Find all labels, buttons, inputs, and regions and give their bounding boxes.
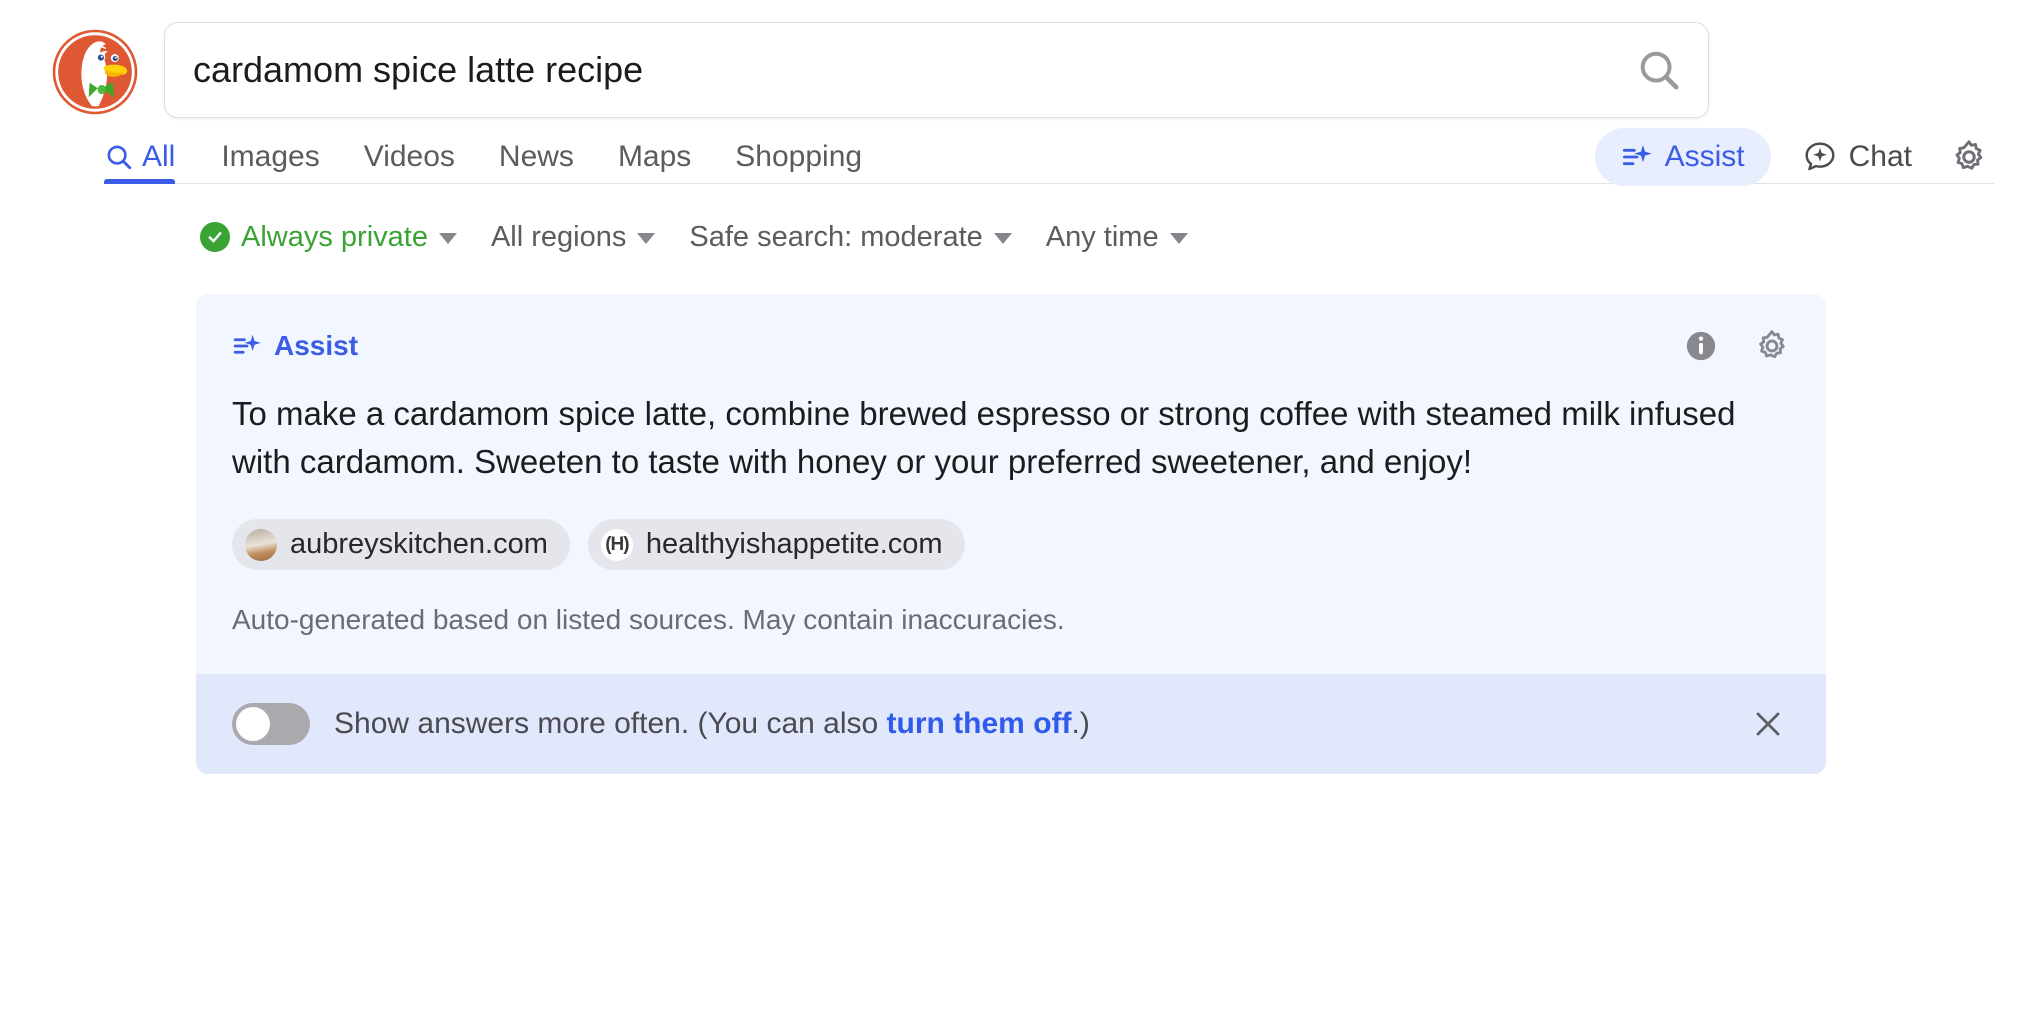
- assist-source-chips: aubreyskitchen.com (H) healthyishappetit…: [232, 519, 1790, 571]
- chat-bubble-sparkle-icon: [1805, 141, 1835, 170]
- filter-region-label: All regions: [490, 220, 627, 253]
- tab-videos-label: Videos: [363, 139, 455, 173]
- favicon-icon: (H): [600, 528, 633, 561]
- tab-news[interactable]: News: [477, 130, 596, 183]
- search-box[interactable]: [164, 22, 1709, 118]
- footer-text-after: .): [1071, 707, 1090, 741]
- tab-shopping-label: Shopping: [735, 139, 863, 173]
- assist-button[interactable]: Assist: [1594, 127, 1771, 186]
- ddg-logo-link[interactable]: [0, 22, 140, 118]
- assist-sparkle-icon: [233, 334, 261, 354]
- tab-news-label: News: [498, 139, 574, 173]
- chat-button[interactable]: Chat: [1797, 132, 1918, 182]
- assist-panel-footer: Show answers more often. (You can also t…: [196, 674, 1826, 775]
- turn-them-off-link[interactable]: turn them off: [887, 707, 1072, 740]
- chevron-down-icon: [438, 233, 457, 244]
- filter-time-label: Any time: [1045, 220, 1159, 253]
- nav-tabs-bar: All Images Videos News Maps Shopping Ass…: [104, 118, 1994, 186]
- filter-time[interactable]: Any time: [1046, 221, 1188, 254]
- assist-settings-button[interactable]: [1754, 328, 1790, 364]
- filter-safe-search[interactable]: Safe search: moderate: [689, 220, 1012, 254]
- filter-region[interactable]: All regions: [490, 220, 656, 254]
- nav-actions: Assist Chat: [1594, 127, 1994, 186]
- info-button[interactable]: [1684, 329, 1718, 363]
- tab-maps[interactable]: Maps: [596, 130, 713, 183]
- tab-maps-label: Maps: [617, 139, 692, 173]
- close-icon: [1756, 712, 1780, 736]
- source-chip-label: aubreyskitchen.com: [290, 528, 548, 561]
- close-button[interactable]: [1746, 702, 1790, 746]
- assist-panel-title: Assist: [274, 330, 359, 361]
- tab-images-label: Images: [221, 139, 320, 173]
- tab-shopping[interactable]: Shopping: [713, 130, 884, 183]
- tab-images[interactable]: Images: [199, 130, 341, 183]
- gear-icon: [1759, 330, 1785, 359]
- tab-videos[interactable]: Videos: [342, 130, 477, 183]
- show-answers-toggle[interactable]: [232, 703, 310, 746]
- filter-safe-search-label: Safe search: moderate: [689, 220, 983, 253]
- chevron-down-icon: [1169, 233, 1188, 244]
- assist-panel-header: Assist: [232, 328, 1790, 364]
- search-submit-button[interactable]: [1616, 23, 1708, 117]
- assist-disclaimer: Auto-generated based on listed sources. …: [232, 604, 1065, 636]
- gear-icon: [1955, 139, 1983, 170]
- search-filters: Always private All regions Safe search: …: [200, 214, 2044, 260]
- chat-button-label: Chat: [1848, 139, 1912, 173]
- assist-button-label: Assist: [1664, 139, 1745, 173]
- search-input[interactable]: [165, 23, 1616, 117]
- source-chip[interactable]: (H) healthyishappetite.com: [587, 519, 965, 571]
- filter-always-private[interactable]: Always private: [200, 221, 457, 254]
- assist-panel-actions: [1684, 328, 1790, 364]
- assist-footer-text: Show answers more often. (You can also t…: [334, 707, 1090, 741]
- assist-answer-text: To make a cardamom spice latte, combine …: [232, 395, 1736, 480]
- duckduckgo-logo-icon: [52, 29, 138, 115]
- tab-all[interactable]: All: [104, 130, 199, 184]
- chevron-down-icon: [637, 233, 656, 244]
- search-icon: [1640, 51, 1679, 90]
- search-vertical-tabs: All Images Videos News Maps Shopping: [104, 130, 884, 184]
- header: [0, 0, 2044, 118]
- check-circle-icon: [200, 222, 230, 252]
- assist-panel-body: Assist To make a cardamom spice latte, c…: [196, 294, 1826, 674]
- source-chip-label: healthyishappetite.com: [645, 528, 943, 561]
- toggle-knob: [236, 707, 270, 742]
- tab-all-label: All: [142, 139, 176, 173]
- footer-text-before: Show answers more often. (You can also: [334, 707, 887, 741]
- favicon-icon: [245, 528, 277, 561]
- assist-sparkle-icon: [1622, 144, 1652, 165]
- filter-always-private-label: Always private: [241, 220, 428, 253]
- search-icon: [107, 145, 132, 169]
- info-icon: [1686, 331, 1716, 361]
- chevron-down-icon: [993, 233, 1012, 244]
- assist-answer-panel: Assist To make a cardamom spice latte, c…: [196, 294, 1826, 775]
- source-chip[interactable]: aubreyskitchen.com: [232, 519, 570, 571]
- assist-panel-title-group: Assist: [232, 330, 358, 362]
- settings-button[interactable]: [1944, 132, 1994, 182]
